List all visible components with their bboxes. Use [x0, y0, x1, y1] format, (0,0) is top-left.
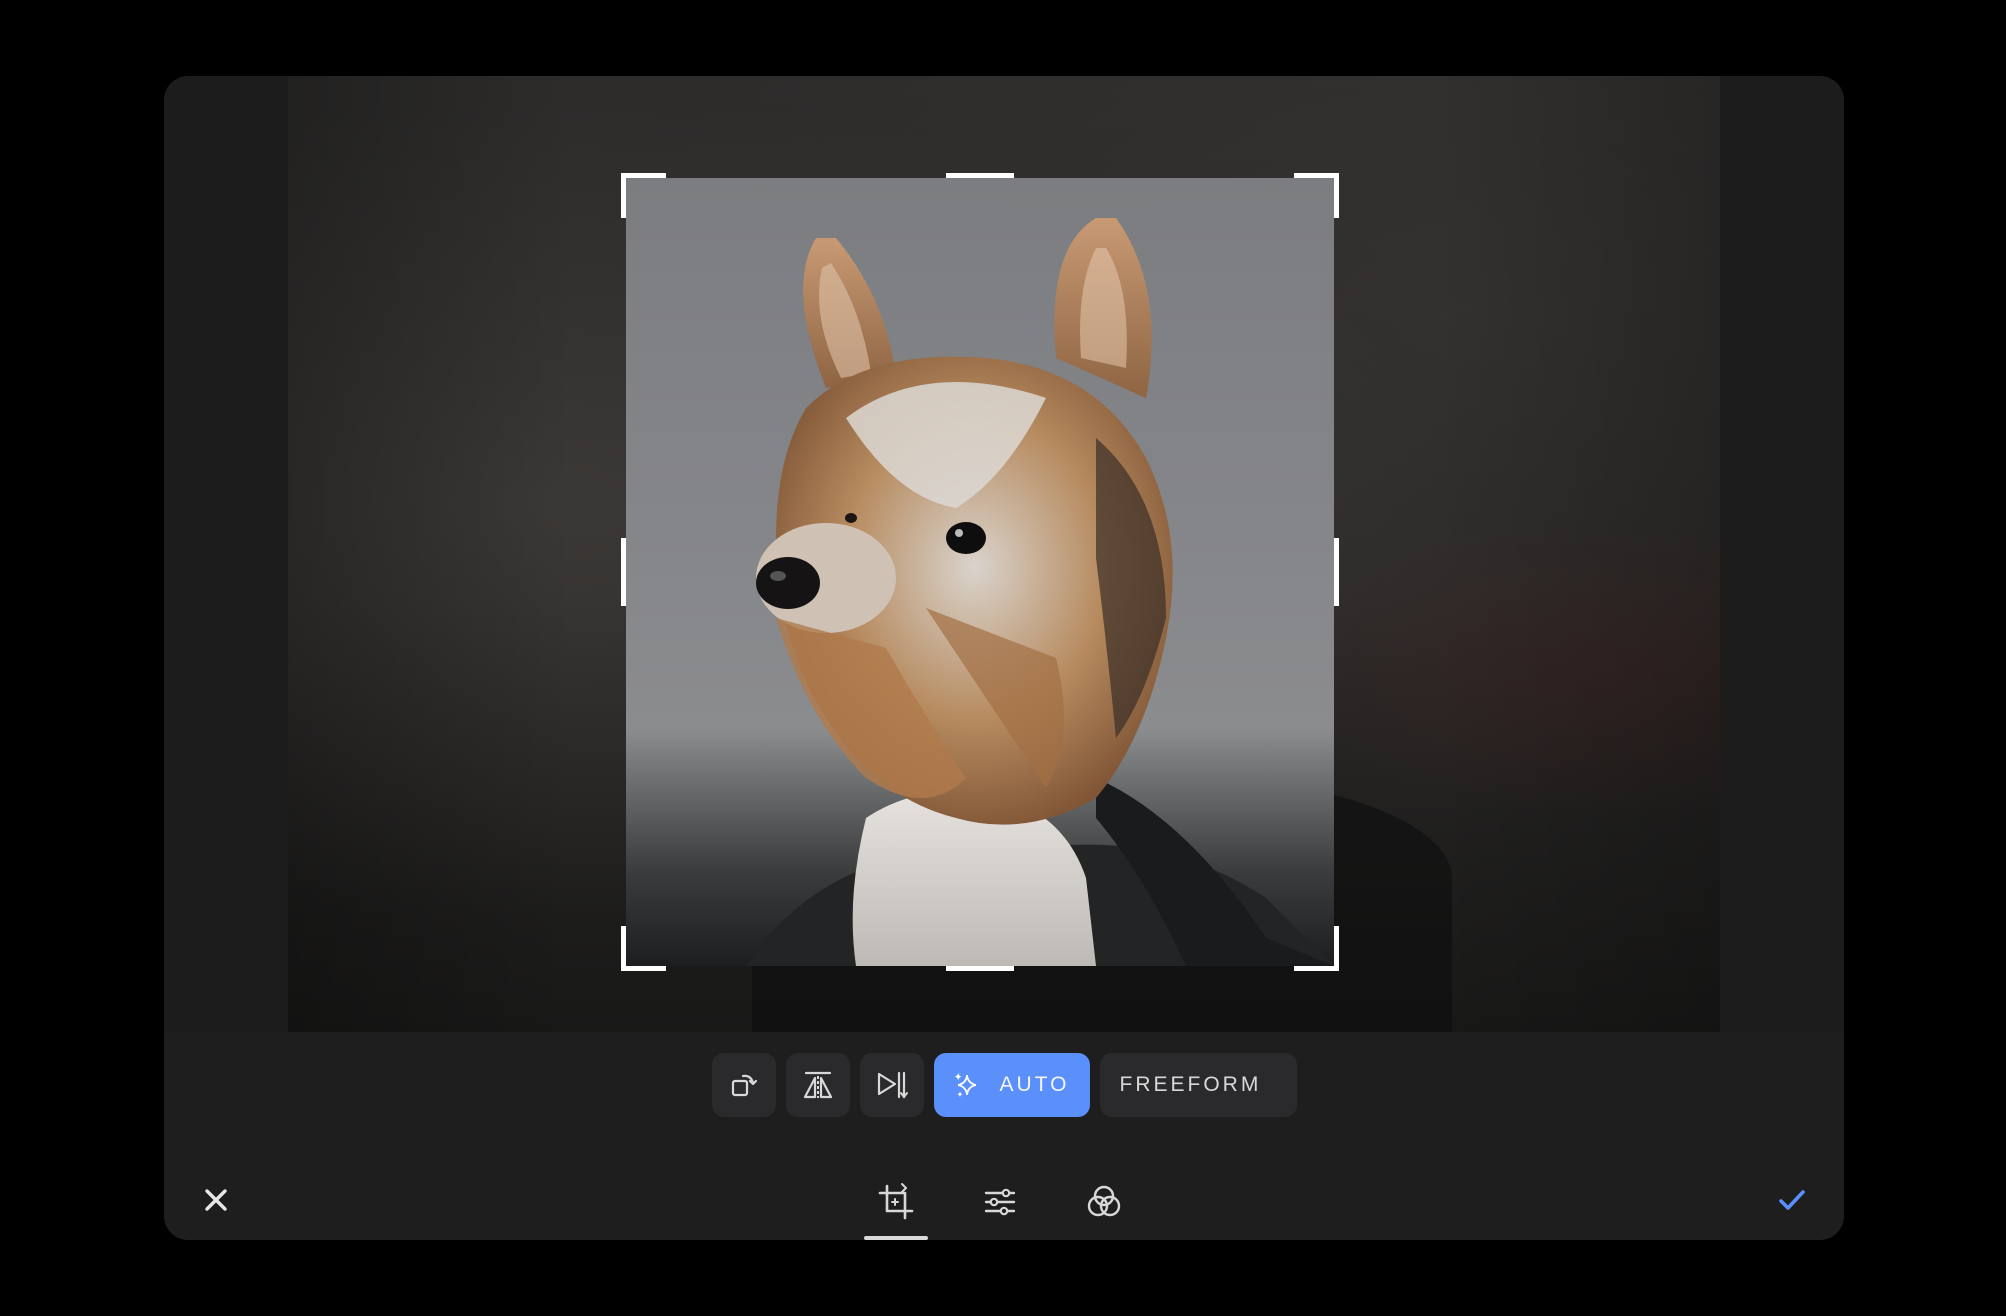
flip-horizontal-button[interactable] — [785, 1053, 850, 1117]
crop-handle-left[interactable] — [621, 538, 626, 606]
flip-horizontal-icon — [803, 1071, 832, 1099]
chevron-down-icon — [1277, 1084, 1279, 1086]
crop-icon — [878, 1183, 914, 1220]
close-icon — [205, 1189, 227, 1211]
sparkle-icon — [954, 1072, 976, 1098]
crop-handle-bottom[interactable] — [946, 966, 1014, 971]
dog-photo — [746, 218, 1334, 966]
flip-vertical-icon — [877, 1071, 908, 1099]
crop-handle-top-left[interactable] — [621, 173, 666, 218]
auto-label: AUTO — [999, 1073, 1070, 1096]
tab-adjust[interactable] — [968, 1172, 1032, 1240]
confirm-button[interactable] — [1764, 1172, 1820, 1228]
filters-icon — [1087, 1185, 1121, 1217]
rotate-button[interactable] — [711, 1053, 776, 1117]
crop-toolbar: AUTO FREEFORM — [164, 1053, 1844, 1117]
crop-region[interactable] — [626, 178, 1334, 966]
flip-vertical-button[interactable] — [859, 1053, 924, 1117]
photo-editor: AUTO FREEFORM — [164, 76, 1844, 1240]
aspect-ratio-dropdown[interactable]: FREEFORM — [1099, 1053, 1297, 1117]
cancel-button[interactable] — [188, 1172, 244, 1228]
check-icon — [1779, 1190, 1805, 1210]
image-canvas — [164, 76, 1844, 1032]
crop-handle-top[interactable] — [946, 173, 1014, 178]
rotate-icon — [731, 1074, 757, 1097]
tab-crop[interactable] — [864, 1172, 928, 1240]
crop-handle-bottom-right[interactable] — [1294, 926, 1339, 971]
editor-bottom-bar — [164, 1172, 1844, 1240]
crop-handle-right[interactable] — [1334, 538, 1339, 606]
crop-handle-bottom-left[interactable] — [621, 926, 666, 971]
crop-handle-top-right[interactable] — [1294, 173, 1339, 218]
editor-tabs — [864, 1172, 1136, 1240]
tab-filters[interactable] — [1072, 1172, 1136, 1240]
aspect-ratio-label: FREEFORM — [1119, 1073, 1262, 1096]
auto-straighten-button[interactable]: AUTO — [933, 1053, 1090, 1117]
adjust-sliders-icon — [984, 1188, 1016, 1216]
